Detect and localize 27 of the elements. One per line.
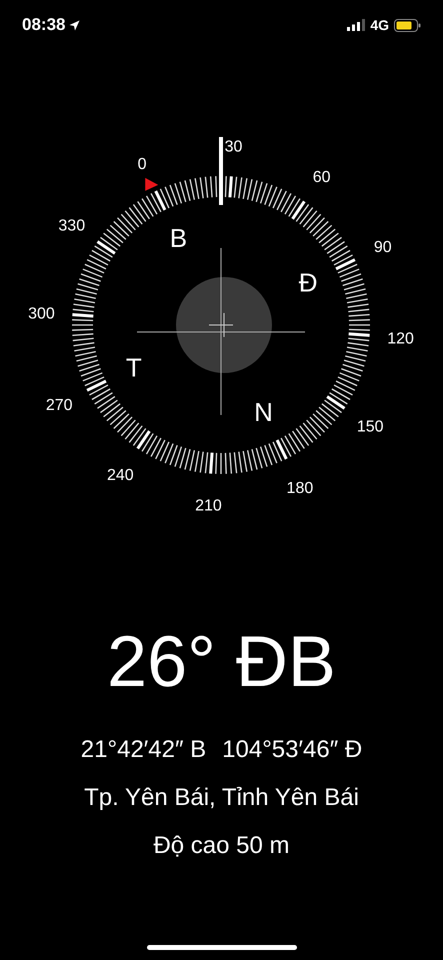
- degree-label: 90: [374, 239, 392, 256]
- direction-letter: Đ: [298, 267, 318, 298]
- direction-letter: N: [254, 397, 273, 428]
- direction-letter: T: [126, 352, 142, 383]
- degree-label: 300: [28, 305, 55, 322]
- degree-label: 240: [107, 467, 134, 484]
- heading-reading: 26° ĐB: [107, 621, 336, 704]
- triangle-marker-icon: [145, 178, 158, 191]
- status-time: 08:38: [22, 14, 66, 36]
- signal-icon: [347, 19, 366, 31]
- degree-label: 120: [387, 330, 414, 348]
- location-arrow-icon: [69, 20, 80, 30]
- degree-label: 30: [224, 138, 242, 156]
- network-type: 4G: [370, 16, 389, 34]
- altitude-reading: Độ cao 50 m: [153, 831, 290, 861]
- degree-label: 270: [46, 396, 73, 414]
- coordinate-reading: 21°42′42″ B: [80, 735, 206, 765]
- battery-icon: [394, 18, 421, 32]
- degree-label: 330: [58, 217, 86, 234]
- degree-label: 210: [195, 498, 222, 515]
- degree-label: 150: [356, 418, 384, 436]
- location-name: Tp. Yên Bái, Tỉnh Yên Bái: [84, 783, 359, 813]
- direction-letter: B: [170, 222, 188, 253]
- degree-label: 60: [312, 168, 331, 186]
- degree-label: 0: [138, 156, 147, 174]
- coordinate-reading: 104°53′46″ Đ: [222, 735, 362, 765]
- degree-label: 180: [286, 480, 314, 497]
